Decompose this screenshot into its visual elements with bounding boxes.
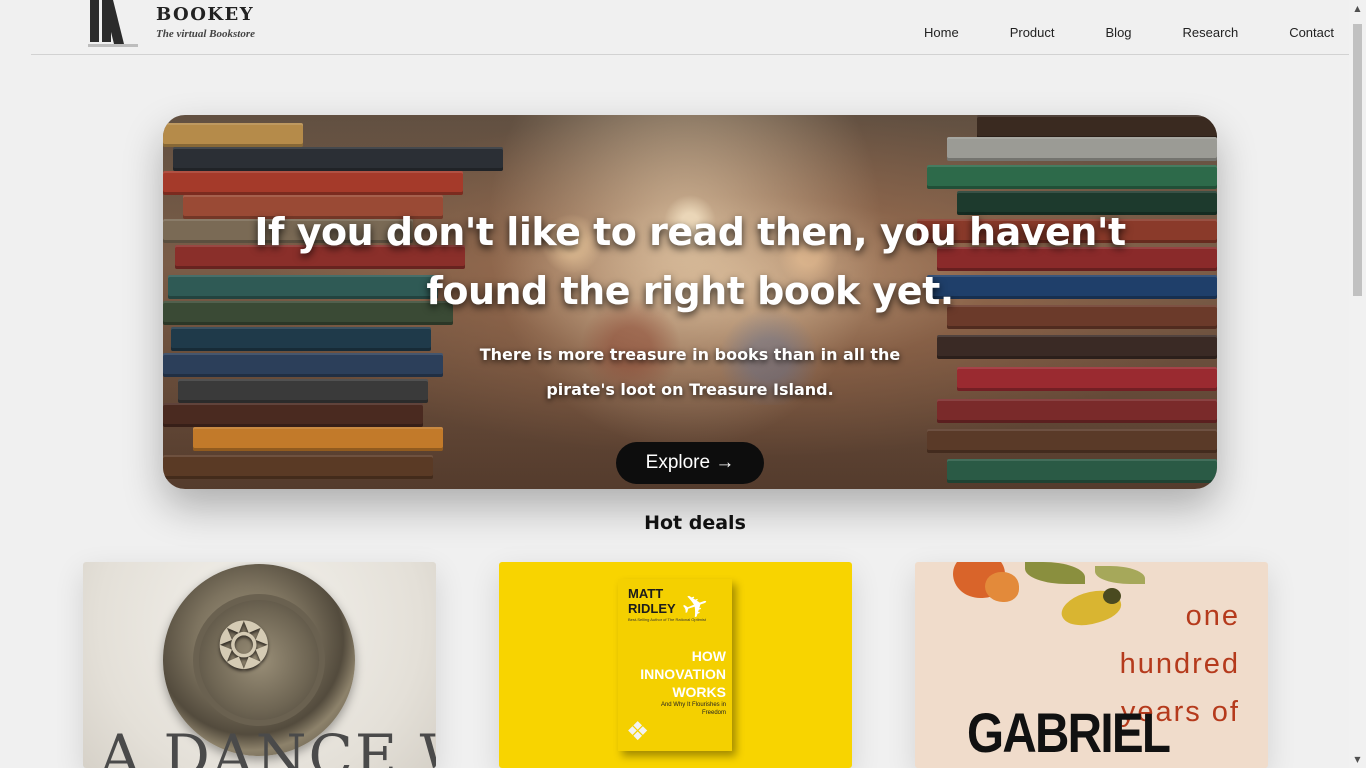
nav-product[interactable]: Product [1010, 25, 1055, 40]
nav-contact[interactable]: Contact [1289, 25, 1334, 40]
card1-cover-text: A DANCE WITH [99, 722, 436, 768]
card3-author: GABRIEL [967, 701, 1171, 764]
brand-logo[interactable]: BOOKEY The virtual Bookstore [88, 0, 255, 50]
hero-subtitle: There is more treasure in books than in … [479, 345, 901, 399]
nav-research[interactable]: Research [1183, 25, 1239, 40]
nav-blog[interactable]: Blog [1106, 25, 1132, 40]
book-cover-image: MATT RIDLEY ✈ Best-Selling Author of The… [618, 579, 732, 751]
brand-text: BOOKEY The virtual Bookstore [156, 4, 255, 40]
hero-banner: If you don't like to read then, you have… [163, 115, 1217, 489]
card2-title: HOW INNOVATION WORKS [640, 648, 726, 700]
explore-button[interactable]: Explore → [616, 442, 764, 484]
card2-subtitle: And Why It Flourishes in Freedom [660, 702, 726, 716]
leaf-image [1025, 562, 1085, 584]
main-nav: Home Product Blog Research Contact [873, 25, 1334, 40]
deal-card-how-innovation-works[interactable]: MATT RIDLEY ✈ Best-Selling Author of The… [499, 562, 852, 768]
deal-card-one-hundred-years[interactable]: one hundred years of GABRIEL [915, 562, 1268, 768]
leaf-image-2 [1095, 566, 1145, 584]
dragon-icon: ❂ [217, 610, 271, 684]
brand-tagline: The virtual Bookstore [156, 28, 256, 40]
card2-author-tag: Best-Selling Author of The Rational Opti… [628, 617, 706, 622]
scroll-down-icon[interactable]: ▼ [1349, 751, 1366, 768]
flower-image-small [985, 572, 1019, 602]
site-header: BOOKEY The virtual Bookstore Home Produc… [31, 0, 1349, 55]
card2-author: MATT RIDLEY [628, 586, 676, 616]
page-scrollbar[interactable]: ▲ ▼ [1349, 0, 1366, 768]
deal-card-dance-with-dragons[interactable]: ❂ A DANCE WITH [83, 562, 436, 768]
books-logo-icon [88, 0, 140, 48]
nav-home[interactable]: Home [924, 25, 959, 40]
crumpled-paper-icon: ❖ [626, 717, 650, 747]
hero-title: If you don't like to read then, you have… [254, 210, 1126, 313]
brand-name: BOOKEY [156, 4, 255, 25]
scroll-up-icon[interactable]: ▲ [1349, 0, 1366, 17]
scrollbar-thumb[interactable] [1353, 24, 1362, 296]
hot-deals-title: Hot deals [644, 512, 746, 534]
